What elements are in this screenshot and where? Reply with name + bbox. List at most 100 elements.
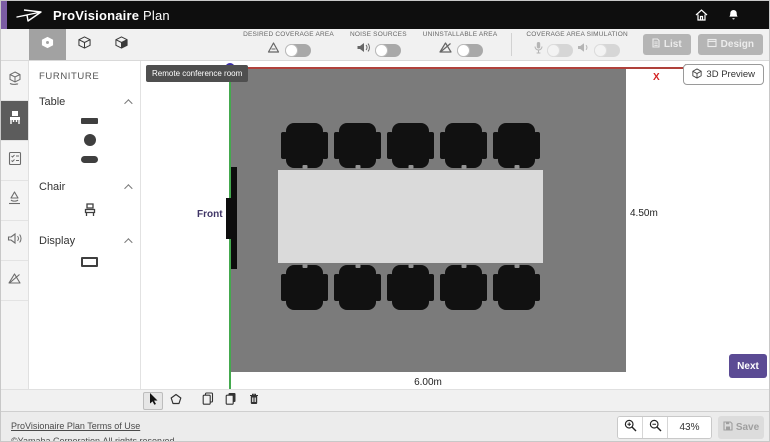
coverage-cone-icon xyxy=(266,41,281,59)
copy-icon xyxy=(202,392,214,410)
edit-tool-strip xyxy=(1,389,769,411)
conference-table[interactable] xyxy=(278,170,543,263)
chevron-up-icon xyxy=(124,184,132,192)
uninstallable-area-label: UNINSTALLABLE AREA xyxy=(423,31,498,38)
desired-coverage-area-toggle[interactable] xyxy=(285,44,311,57)
cursor-icon xyxy=(148,392,159,410)
chevron-up-icon xyxy=(124,238,132,246)
zoom-out-button[interactable] xyxy=(643,417,668,438)
rail-furniture[interactable] xyxy=(1,101,28,141)
design-window-icon xyxy=(707,38,717,51)
desired-coverage-area-label: DESIRED COVERAGE AREA xyxy=(243,31,334,38)
room-cube-rotate-icon xyxy=(7,70,23,91)
desired-coverage-area-group: DESIRED COVERAGE AREA xyxy=(235,29,342,60)
cube-outline-icon xyxy=(78,36,91,54)
copy-button[interactable] xyxy=(198,392,218,410)
tab-plan-view-1[interactable] xyxy=(29,29,66,60)
section-display: Display xyxy=(39,235,140,279)
noise-sources-toggle[interactable] xyxy=(375,44,401,57)
save-button[interactable]: Save xyxy=(718,416,764,439)
main-toolbar: DESIRED COVERAGE AREA NOISE SOURCES UNIN… xyxy=(1,29,769,61)
uninstallable-area-icon xyxy=(438,41,453,59)
noise-sources-label: NOISE SOURCES xyxy=(350,31,407,38)
section-table: Table xyxy=(39,96,140,175)
chair[interactable] xyxy=(493,265,540,310)
rail-noise-source[interactable] xyxy=(1,221,28,261)
chair[interactable] xyxy=(440,265,487,310)
toolbar-divider xyxy=(511,33,512,56)
paste-button[interactable] xyxy=(221,392,241,410)
rail-room-setup[interactable] xyxy=(1,61,28,101)
zoom-in-button[interactable] xyxy=(618,417,643,438)
chair[interactable] xyxy=(334,123,381,168)
rail-checklist[interactable] xyxy=(1,141,28,181)
tab-plan-view-3[interactable] xyxy=(103,29,140,60)
zoom-controls: 43% xyxy=(617,416,712,439)
section-chair-header[interactable]: Chair xyxy=(39,181,140,193)
list-button[interactable]: List xyxy=(643,34,691,55)
view-tabs xyxy=(29,29,140,60)
next-button[interactable]: Next xyxy=(729,354,767,378)
tab-plan-view-2[interactable] xyxy=(66,29,103,60)
chair-row-bottom xyxy=(281,265,540,310)
cube-filled-icon xyxy=(41,36,54,54)
table-item-round[interactable] xyxy=(84,134,96,146)
polygon-icon xyxy=(170,392,182,410)
furniture-panel: FURNITURE Table Chair xyxy=(29,61,141,389)
app-title: ProVisionaire Plan xyxy=(53,8,170,23)
rail-speaker-install[interactable] xyxy=(1,181,28,221)
coverage-area-simulation-group: COVERAGE AREA SIMULATION xyxy=(518,29,635,60)
rail-uninstallable-area[interactable] xyxy=(1,261,28,301)
triangle-slash-icon xyxy=(7,272,22,290)
chair[interactable] xyxy=(387,123,434,168)
chair[interactable] xyxy=(281,123,328,168)
chair[interactable] xyxy=(281,265,328,310)
noise-speaker-icon xyxy=(356,41,371,59)
chair-item[interactable] xyxy=(84,203,96,217)
coverage-area-simulation-label: COVERAGE AREA SIMULATION xyxy=(526,31,627,38)
plan-canvas[interactable]: Remote conference room X 3D Preview xyxy=(141,61,769,389)
uninstallable-area-toggle[interactable] xyxy=(457,44,483,57)
list-doc-icon xyxy=(652,38,660,51)
chevron-up-icon xyxy=(124,99,132,107)
simulation-mic-toggle[interactable] xyxy=(547,44,573,57)
chair-row-top xyxy=(281,123,540,168)
section-table-header[interactable]: Table xyxy=(39,96,140,108)
furniture-chair-icon xyxy=(8,110,22,131)
chair[interactable] xyxy=(334,265,381,310)
chair[interactable] xyxy=(440,123,487,168)
top-bar: ProVisionaire Plan xyxy=(1,1,769,29)
table-item-rect[interactable] xyxy=(81,118,98,124)
speaker-small-icon xyxy=(577,41,590,59)
footer-bar: ProVisionaire Plan Terms of Use ©Yamaha … xyxy=(1,411,769,442)
wall-display-mount xyxy=(226,198,231,239)
table-item-oval[interactable] xyxy=(81,156,98,163)
left-icon-rail xyxy=(1,61,29,389)
checklist-icon xyxy=(8,151,22,171)
speaker-waves-icon xyxy=(7,232,23,250)
notifications-bell-icon[interactable] xyxy=(728,9,739,21)
save-disk-icon xyxy=(723,421,733,434)
microphone-icon xyxy=(534,41,543,59)
zoom-level-value: 43% xyxy=(668,417,711,438)
front-label: Front xyxy=(197,209,223,220)
cube-half-icon xyxy=(115,36,128,54)
delete-button[interactable] xyxy=(244,392,264,410)
zoom-out-icon xyxy=(649,419,662,437)
polygon-tool-button[interactable] xyxy=(166,392,186,410)
section-display-header[interactable]: Display xyxy=(39,235,140,247)
x-axis-label: X xyxy=(653,72,660,83)
display-item[interactable] xyxy=(81,257,98,267)
paste-icon xyxy=(225,392,237,410)
simulation-speaker-toggle[interactable] xyxy=(594,44,620,57)
design-button[interactable]: Design xyxy=(698,34,763,55)
chair[interactable] xyxy=(387,265,434,310)
chair[interactable] xyxy=(493,123,540,168)
wall-display[interactable] xyxy=(231,167,237,269)
3d-preview-button[interactable]: 3D Preview xyxy=(683,64,764,85)
room-name-tag: Remote conference room xyxy=(146,65,248,82)
select-tool-button[interactable] xyxy=(143,392,163,410)
terms-of-use-link[interactable]: ProVisionaire Plan Terms of Use xyxy=(11,421,140,431)
preview-cube-icon xyxy=(692,68,702,82)
home-icon[interactable] xyxy=(695,9,708,21)
